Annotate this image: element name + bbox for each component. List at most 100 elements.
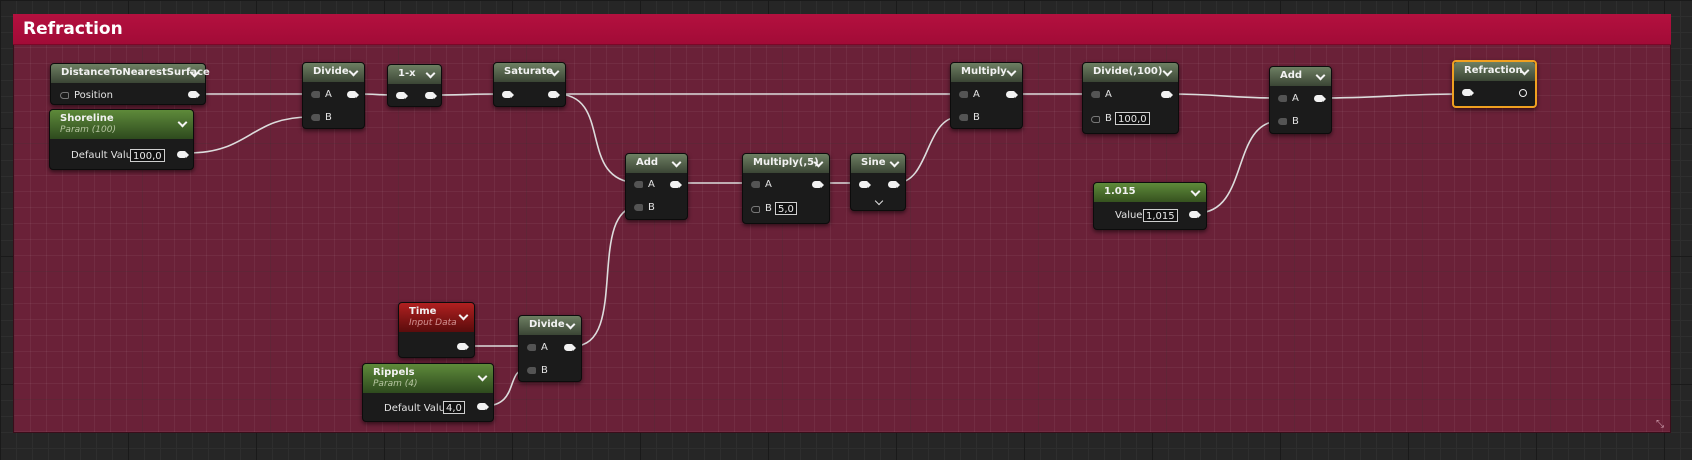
output-pin[interactable] (548, 91, 560, 98)
pin-label-b: B (973, 112, 980, 123)
pin-label-b: B (325, 112, 332, 123)
node-header[interactable]: Divide(,100) (1083, 63, 1178, 82)
pin-label-a: A (1105, 89, 1112, 100)
output-pin[interactable] (477, 403, 489, 410)
chevron-down-icon[interactable] (1315, 70, 1326, 81)
input-pin-a[interactable] (527, 344, 536, 351)
b-value-field[interactable]: 5,0 (775, 202, 797, 215)
node-header[interactable]: Saturate (494, 63, 565, 82)
node-header[interactable]: 1-x (388, 65, 441, 84)
input-pin-b[interactable] (1278, 118, 1287, 125)
input-pin-b[interactable] (634, 204, 643, 211)
node-refraction-output[interactable]: Refraction (1452, 60, 1537, 108)
chevron-down-icon[interactable] (425, 68, 436, 79)
chevron-down-icon[interactable] (1006, 66, 1017, 77)
node-constant-1015[interactable]: 1.015 Value 1,015 (1093, 182, 1207, 230)
output-pin[interactable] (1161, 91, 1173, 98)
output-pin[interactable] (347, 91, 359, 98)
input-pin-position[interactable] (60, 92, 69, 99)
output-pin[interactable] (1462, 89, 1474, 96)
node-rippels-param[interactable]: Rippels Param (4) Default Value 4,0 (362, 363, 494, 422)
node-multiply-5[interactable]: Multiply(,5) A B 5,0 (742, 153, 830, 224)
input-pin-a[interactable] (1278, 95, 1287, 102)
input-pin-b[interactable] (1091, 116, 1100, 123)
node-header[interactable]: Time Input Data (399, 303, 474, 332)
node-header[interactable]: Multiply(,5) (743, 154, 829, 173)
node-distance-to-nearest-surface[interactable]: DistanceToNearestSurface Position (50, 63, 210, 105)
node-add[interactable]: Add A B (625, 153, 688, 220)
output-pin[interactable] (564, 344, 576, 351)
node-header[interactable]: Refraction (1454, 62, 1535, 81)
comment-box[interactable] (13, 14, 1671, 433)
chevron-down-icon[interactable] (889, 157, 900, 168)
input-pin[interactable] (859, 181, 871, 188)
input-pin-b[interactable] (751, 206, 760, 213)
node-divide-100[interactable]: Divide(,100) A B 100,0 (1082, 62, 1179, 134)
node-saturate[interactable]: Saturate (493, 62, 566, 107)
input-pin-b[interactable] (311, 114, 320, 121)
node-title: Time (409, 306, 437, 317)
node-divide[interactable]: Divide A B (302, 62, 365, 129)
output-pin[interactable] (188, 91, 200, 98)
node-shoreline-param[interactable]: Shoreline Param (100) Default Value 100,0 (49, 109, 194, 170)
chevron-down-icon[interactable] (348, 66, 359, 77)
node-header[interactable]: DistanceToNearestSurface (51, 64, 210, 83)
node-title: Sine (861, 157, 886, 168)
chevron-down-icon[interactable] (565, 319, 576, 330)
node-one-minus-x[interactable]: 1-x (387, 64, 442, 107)
node-title: Multiply(,5) (753, 157, 819, 168)
default-value-field[interactable]: 4,0 (443, 401, 465, 414)
return-pin-icon[interactable] (1519, 89, 1527, 97)
resize-grip-icon[interactable]: ⤡ (1656, 420, 1666, 430)
output-pin[interactable] (1189, 211, 1201, 218)
pin-label-a: A (973, 89, 980, 100)
pin-label-b: B (648, 202, 655, 213)
node-title: Refraction (1464, 65, 1523, 76)
node-title: 1-x (398, 68, 416, 79)
node-header[interactable]: Shoreline Param (100) (50, 110, 193, 139)
node-sine[interactable]: Sine (850, 153, 906, 211)
input-pin-b[interactable] (959, 114, 968, 121)
input-pin[interactable] (396, 92, 408, 99)
output-pin[interactable] (670, 181, 682, 188)
pin-label-b: B (1292, 116, 1299, 127)
output-pin[interactable] (1314, 95, 1326, 102)
comment-header[interactable]: Refraction (13, 14, 1671, 45)
input-pin-b[interactable] (527, 367, 536, 374)
output-pin[interactable] (812, 181, 824, 188)
input-pin[interactable] (502, 91, 514, 98)
input-pin-a[interactable] (751, 181, 760, 188)
output-pin[interactable] (425, 92, 437, 99)
chevron-down-icon[interactable] (1162, 66, 1173, 77)
node-time[interactable]: Time Input Data (398, 302, 475, 358)
node-title: Rippels (373, 367, 415, 378)
output-pin[interactable] (1006, 91, 1018, 98)
pin-label-b: B (541, 365, 548, 376)
chevron-down-icon[interactable] (1190, 186, 1201, 197)
node-divide-2[interactable]: Divide A B (518, 315, 582, 382)
value-field[interactable]: 1,015 (1143, 209, 1178, 222)
pin-label-b: B (765, 203, 772, 214)
input-pin-a[interactable] (1091, 91, 1100, 98)
node-multiply[interactable]: Multiply A B (950, 62, 1023, 129)
node-header[interactable]: Add (1270, 67, 1331, 86)
input-pin-a[interactable] (634, 181, 643, 188)
input-pin-a[interactable] (311, 91, 320, 98)
node-header[interactable]: Rippels Param (4) (363, 364, 493, 393)
chevron-down-icon[interactable] (671, 157, 682, 168)
expand-pins-icon[interactable] (874, 196, 884, 206)
node-header[interactable]: 1.015 (1094, 183, 1206, 202)
output-pin[interactable] (177, 151, 189, 158)
node-title: Divide (313, 66, 349, 77)
node-header[interactable]: Divide (519, 316, 581, 335)
node-header[interactable]: Add (626, 154, 687, 173)
node-add-2[interactable]: Add A B (1269, 66, 1332, 134)
output-pin[interactable] (888, 181, 900, 188)
default-value-field[interactable]: 100,0 (130, 149, 165, 162)
input-pin-a[interactable] (959, 91, 968, 98)
output-pin[interactable] (457, 343, 469, 350)
node-header[interactable]: Divide (303, 63, 364, 82)
node-header[interactable]: Sine (851, 154, 905, 173)
b-value-field[interactable]: 100,0 (1115, 112, 1150, 125)
node-header[interactable]: Multiply (951, 63, 1022, 82)
